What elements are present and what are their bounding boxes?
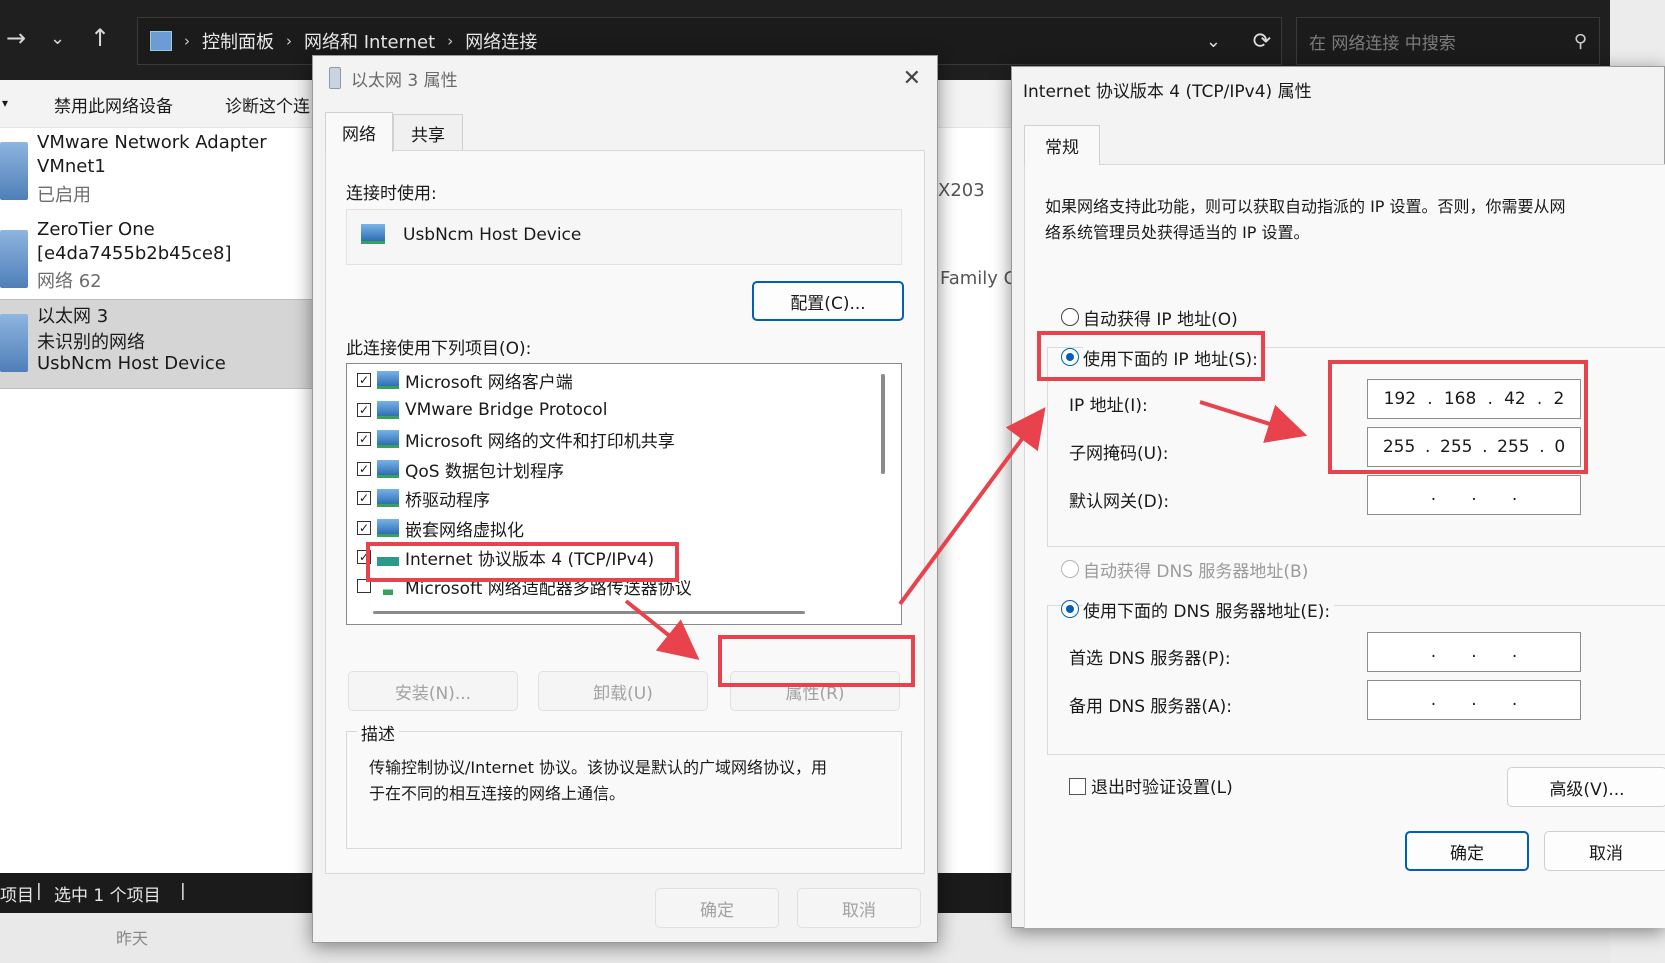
tab-general[interactable]: 常规 xyxy=(1024,125,1100,165)
annotation-arrow xyxy=(1199,400,1308,443)
tab-network[interactable]: 网络 xyxy=(325,112,393,152)
annotation-arrow xyxy=(898,407,1046,606)
annotation-arrows xyxy=(624,400,1308,661)
annotation-arrow xyxy=(624,599,700,661)
